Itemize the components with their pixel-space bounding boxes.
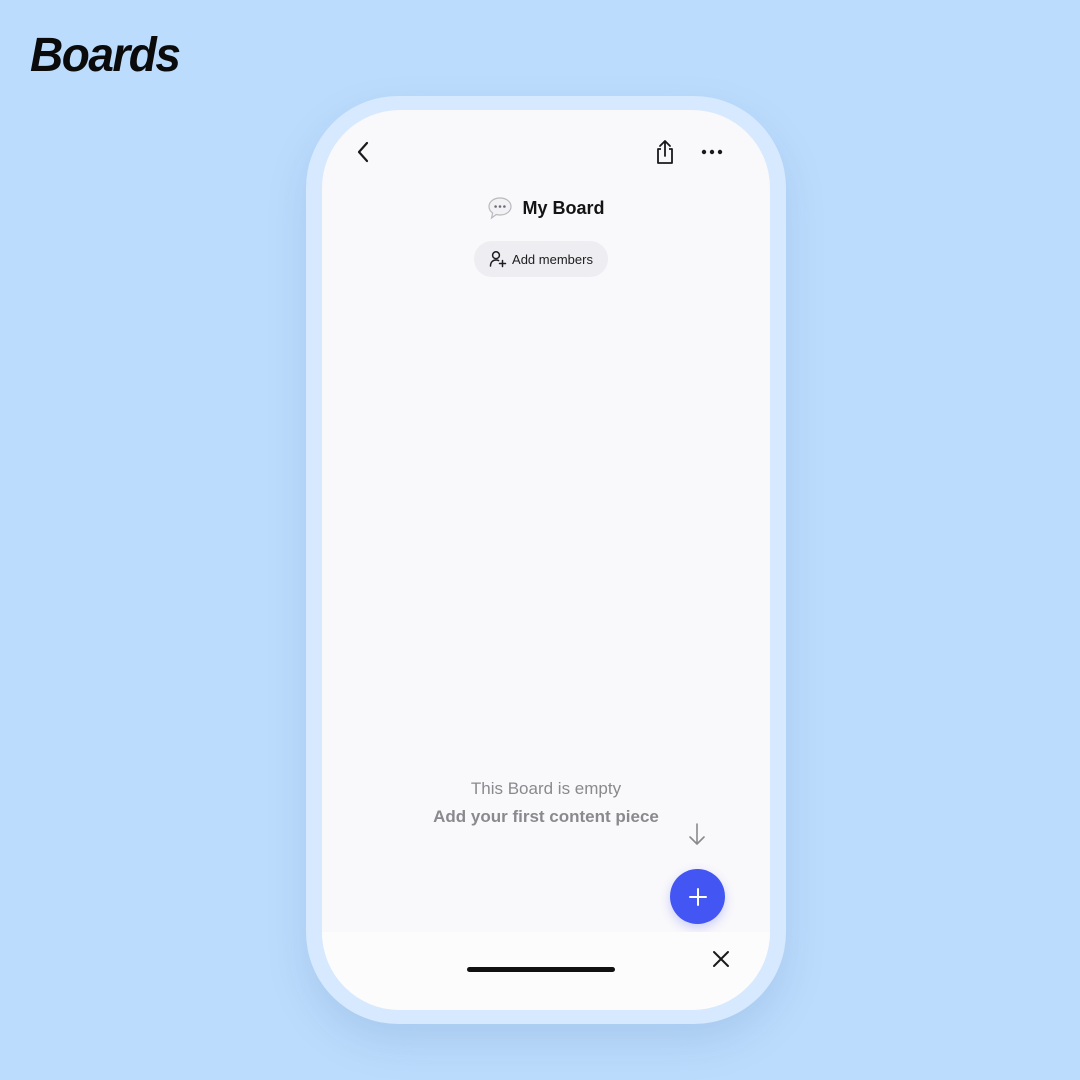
share-button[interactable] — [650, 136, 680, 168]
phone-frame: My Board Add members This Board is empty… — [306, 96, 786, 1024]
close-button[interactable] — [708, 946, 734, 972]
board-title: My Board — [522, 197, 605, 218]
back-button[interactable] — [348, 136, 378, 168]
share-icon — [657, 140, 673, 164]
speech-bubble-icon — [488, 197, 513, 220]
bottom-bar — [322, 932, 770, 1010]
add-members-button[interactable]: Add members — [474, 241, 608, 277]
arrow-down-icon — [689, 823, 705, 845]
plus-icon — [688, 887, 707, 906]
empty-state-title: This Board is empty — [470, 779, 622, 798]
brand-logo: Boards — [30, 27, 181, 82]
home-indicator[interactable] — [467, 967, 615, 972]
close-icon — [713, 951, 729, 967]
add-person-icon — [489, 251, 507, 268]
app-screen: My Board Add members This Board is empty… — [322, 110, 770, 1010]
add-content-button[interactable] — [670, 869, 725, 924]
more-horizontal-icon — [701, 149, 723, 155]
board-title-row: My Board — [322, 192, 770, 224]
more-button[interactable] — [696, 136, 728, 168]
chevron-left-icon — [357, 141, 369, 163]
add-members-label: Add members — [512, 251, 593, 267]
top-bar — [322, 110, 770, 200]
